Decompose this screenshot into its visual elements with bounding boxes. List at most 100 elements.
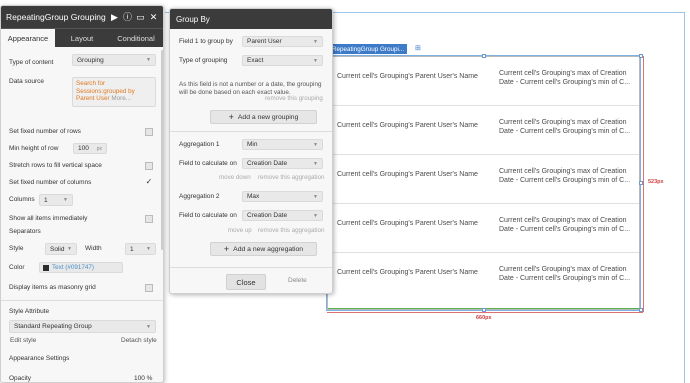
width-label: Width — [85, 245, 102, 252]
remove-aggregation1-link[interactable]: remove this aggregation — [258, 174, 324, 181]
scrollbar[interactable] — [161, 50, 163, 250]
fixed-columns-label: Set fixed number of columns — [9, 179, 92, 186]
chevron-down-icon: ▼ — [313, 38, 318, 45]
rg-tag-label: RepeatingGroup Groupi... — [332, 45, 405, 53]
cell-parent-user-name: Current cell's Grouping's Parent User's … — [337, 220, 478, 227]
tab-appearance[interactable]: Appearance — [1, 29, 55, 47]
chevron-down-icon: ▼ — [313, 212, 318, 219]
chevron-down-icon: ▼ — [313, 141, 318, 148]
stretch-rows-checkbox[interactable] — [145, 162, 153, 170]
style-attribute-select[interactable]: Standard Repeating Group ▼ — [9, 320, 156, 333]
width-dimension: 660px — [476, 315, 492, 321]
masonry-checkbox[interactable] — [145, 284, 153, 292]
opacity-value[interactable]: 100 % — [134, 375, 152, 382]
plus-icon: + — [228, 111, 234, 122]
property-tabs: Appearance Layout Conditional — [1, 28, 163, 47]
add-aggregation-button[interactable]: + Add a new aggregation — [210, 242, 317, 256]
min-height-label: Min height of row — [9, 145, 59, 152]
close-icon[interactable]: ✕ — [149, 12, 158, 22]
show-all-label: Show all items immediately — [9, 215, 88, 222]
separator-style-value: Solid — [50, 245, 65, 253]
aggregation1-label: Aggregation 1 — [179, 141, 220, 148]
resize-handle-top[interactable] — [482, 54, 486, 58]
type-of-content-label: Type of content — [9, 59, 54, 66]
data-source-field[interactable]: Search for Sessions:grouped by Parent Us… — [72, 77, 156, 107]
info-icon[interactable]: ⓘ — [123, 12, 132, 22]
chevron-down-icon: ▼ — [146, 323, 151, 330]
cell-date-diff-line1: Current cell's Grouping's max of Creatio… — [499, 217, 627, 224]
type-of-grouping-select[interactable]: Exact ▼ — [242, 55, 323, 66]
type-of-content-select[interactable]: Grouping ▼ — [72, 54, 156, 66]
aggregation1-select[interactable]: Min ▼ — [242, 139, 323, 150]
detach-style-link[interactable]: Detach style — [121, 337, 157, 344]
width-guide — [327, 312, 643, 313]
field-calc2-select[interactable]: Creation Date ▼ — [242, 210, 323, 221]
min-height-input[interactable]: 100 px — [73, 143, 107, 154]
stretch-rows-label: Stretch rows to fill vertical space — [9, 162, 102, 169]
section-divider — [170, 131, 332, 132]
separator-width-select[interactable]: 1 ▼ — [125, 243, 156, 255]
cell-date-diff-line1: Current cell's Grouping's max of Creatio… — [499, 119, 627, 126]
edit-style-link[interactable]: Edit style — [10, 337, 36, 344]
field1-select[interactable]: Parent User ▼ — [242, 36, 323, 47]
separator-width-value: 1 — [130, 245, 134, 253]
tab-layout[interactable]: Layout — [55, 29, 109, 47]
delete-link[interactable]: Delete — [288, 277, 307, 284]
close-button[interactable]: Close — [226, 274, 266, 290]
fixed-rows-checkbox[interactable] — [145, 128, 153, 136]
group-by-header: Group By — [170, 9, 332, 29]
repeating-group-tag[interactable]: RepeatingGroup Groupi... — [329, 44, 408, 54]
type-of-content-value: Grouping — [77, 56, 104, 64]
add-grouping-label: Add a new grouping — [237, 113, 299, 121]
element-type-icon: ⊞ — [415, 45, 421, 52]
tab-conditional[interactable]: Conditional — [109, 29, 163, 47]
show-all-checkbox[interactable] — [145, 215, 153, 223]
aggregation2-value: Max — [247, 193, 260, 200]
cell-date-diff-line2: Date - Current cell's Grouping's min of … — [499, 128, 631, 135]
property-editor: RepeatingGroup Grouping ▶ ⓘ ▭ ✕ Appearan… — [0, 5, 164, 383]
cell-parent-user-name: Current cell's Grouping's Parent User's … — [337, 73, 478, 80]
cell-date-diff: Current cell's Grouping's max of Creatio… — [499, 69, 637, 87]
property-editor-title: RepeatingGroup Grouping — [6, 12, 106, 22]
color-swatch — [43, 264, 49, 271]
table-row[interactable]: Current cell's Grouping's Parent User's … — [328, 253, 639, 302]
cell-date-diff: Current cell's Grouping's max of Creatio… — [499, 118, 637, 136]
move-down-link[interactable]: move down — [219, 174, 251, 181]
separators-label: Separators — [9, 228, 41, 235]
field-calc2-label: Field to calculate on — [179, 212, 237, 219]
comment-icon[interactable]: ▭ — [136, 12, 145, 22]
cell-date-diff-line2: Date - Current cell's Grouping's min of … — [499, 275, 631, 282]
field-calc1-value: Creation Date — [247, 160, 288, 167]
data-source-label: Data source — [9, 78, 45, 85]
repeating-group[interactable]: Current cell's Grouping's Parent User's … — [327, 56, 640, 310]
table-row[interactable]: Current cell's Grouping's Parent User's … — [328, 155, 639, 204]
appearance-settings-label: Appearance Settings — [9, 355, 70, 362]
add-grouping-button[interactable]: + Add a new grouping — [210, 110, 317, 124]
fixed-columns-checkbox[interactable]: ✓ — [145, 178, 153, 186]
separator-style-select[interactable]: Solid ▼ — [45, 243, 77, 255]
move-up-link[interactable]: move up — [228, 227, 252, 234]
aggregation2-select[interactable]: Max ▼ — [242, 191, 323, 202]
section-divider — [1, 300, 163, 301]
cell-date-diff-line1: Current cell's Grouping's max of Creatio… — [499, 168, 627, 175]
table-row[interactable]: Current cell's Grouping's Parent User's … — [328, 57, 639, 106]
chevron-down-icon: ▼ — [313, 193, 318, 200]
color-value: Text (#091747) — [52, 264, 95, 271]
remove-aggregation2-link[interactable]: remove this aggregation — [258, 227, 324, 234]
columns-select[interactable]: 1 ▼ — [39, 194, 73, 206]
chevron-down-icon: ▼ — [63, 197, 68, 203]
play-icon[interactable]: ▶ — [110, 12, 119, 22]
table-row[interactable]: Current cell's Grouping's Parent User's … — [328, 106, 639, 155]
property-editor-header: RepeatingGroup Grouping ▶ ⓘ ▭ ✕ — [1, 6, 163, 28]
columns-label: Columns — [9, 196, 35, 203]
table-row[interactable]: Current cell's Grouping's Parent User's … — [328, 204, 639, 253]
field-calc1-select[interactable]: Creation Date ▼ — [242, 158, 323, 169]
min-height-value: 100 — [78, 145, 89, 152]
more-link[interactable]: More... — [111, 95, 131, 102]
fixed-rows-label: Set fixed number of rows — [9, 128, 81, 135]
remove-grouping-link[interactable]: remove this grouping — [265, 95, 323, 102]
columns-value: 1 — [44, 196, 48, 204]
cell-date-diff-line1: Current cell's Grouping's max of Creatio… — [499, 70, 627, 77]
cell-parent-user-name: Current cell's Grouping's Parent User's … — [337, 122, 478, 129]
color-picker[interactable]: Text (#091747) — [39, 262, 123, 273]
